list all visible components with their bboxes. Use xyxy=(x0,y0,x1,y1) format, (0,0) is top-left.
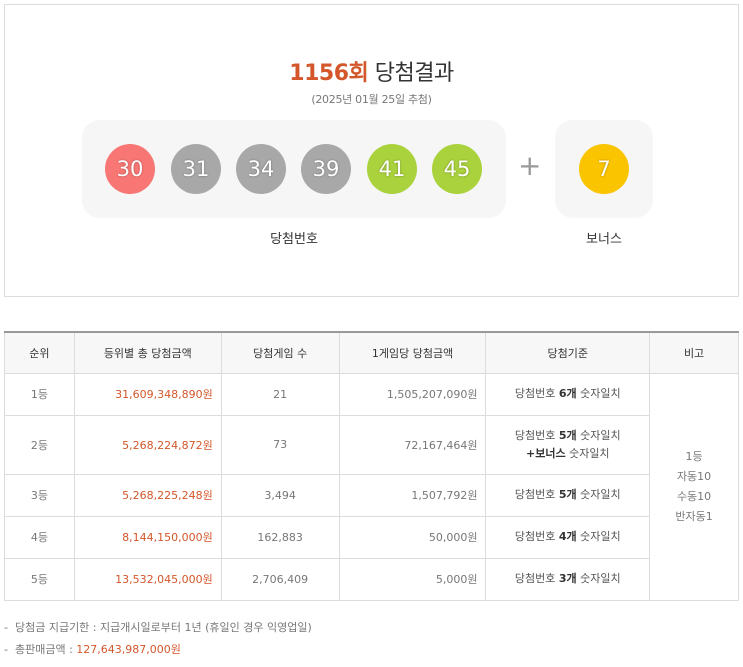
per-game-prize-cell: 50,000원 xyxy=(338,515,487,559)
winning-ball-4: 39 xyxy=(301,144,351,194)
total-prize-cell: 5,268,225,248원 xyxy=(73,473,222,517)
table-header-row: 순위 등위별 총 당첨금액 당첨게임 수 1게임당 당첨금액 당첨기준 비고 xyxy=(4,331,739,374)
result-title: 1156회 당첨결과 xyxy=(5,55,738,87)
rank-cell: 2등 xyxy=(4,414,75,475)
criteria-cell: 당첨번호 3개 숫자일치 xyxy=(485,557,651,601)
result-title-text: 당첨결과 xyxy=(374,61,454,86)
table-row: 2등 5,268,224,872원 73 72,167,464원 당첨번호 5개… xyxy=(4,414,739,475)
criteria-cell: 당첨번호 5개 숫자일치 xyxy=(485,473,651,517)
header-criteria: 당첨기준 xyxy=(485,331,651,374)
winning-ball-2: 31 xyxy=(171,144,221,194)
per-game-prize-cell: 1,507,792원 xyxy=(338,473,487,517)
prize-table: 순위 등위별 총 당첨금액 당첨게임 수 1게임당 당첨금액 당첨기준 비고 1… xyxy=(4,331,739,601)
criteria-cell: 당첨번호 4개 숫자일치 xyxy=(485,515,651,559)
per-game-prize-cell: 5,000원 xyxy=(338,557,487,601)
per-game-prize-cell: 72,167,464원 xyxy=(338,414,487,475)
round-number: 1156회 xyxy=(289,61,369,86)
winners-cell: 162,883 xyxy=(220,515,340,559)
total-prize-cell: 8,144,150,000원 xyxy=(73,515,222,559)
total-sales-note: - 총판매금액 : 127,643,987,000원 xyxy=(4,643,181,656)
winners-cell: 2,706,409 xyxy=(220,557,340,601)
rank-cell: 5등 xyxy=(4,557,75,601)
table-row: 3등 5,268,225,248원 3,494 1,507,792원 당첨번호 … xyxy=(4,473,739,517)
bonus-caption: 보너스 xyxy=(586,232,622,247)
winners-cell: 73 xyxy=(220,414,340,475)
note-cell: 1등 자동10 수동10 반자동1 xyxy=(649,372,739,601)
winning-ball-5: 41 xyxy=(367,144,417,194)
winners-cell: 3,494 xyxy=(220,473,340,517)
per-game-prize-cell: 1,505,207,090원 xyxy=(338,372,487,416)
draw-date: (2025년 01월 25일 추첨) xyxy=(311,93,432,106)
table-row: 5등 13,532,045,000원 2,706,409 5,000원 당첨번호… xyxy=(4,557,739,601)
winning-ball-3: 34 xyxy=(236,144,286,194)
bonus-number-box: 7 xyxy=(555,120,653,218)
winning-numbers-box: 30 31 34 39 41 45 xyxy=(82,120,506,218)
total-prize-cell: 5,268,224,872원 xyxy=(73,414,222,475)
payment-deadline-note: - 당첨금 지급기한 : 지급개시일로부터 1년 (휴일인 경우 익영업일) xyxy=(4,621,312,634)
header-total-prize: 등위별 총 당첨금액 xyxy=(73,331,222,374)
header-note: 비고 xyxy=(649,331,739,374)
rank-cell: 3등 xyxy=(4,473,75,517)
total-prize-cell: 13,532,045,000원 xyxy=(73,557,222,601)
bonus-ball: 7 xyxy=(579,144,629,194)
winners-cell: 21 xyxy=(220,372,340,416)
criteria-cell: 당첨번호 5개 숫자일치 +보너스 숫자일치 xyxy=(485,414,651,475)
rank-cell: 1등 xyxy=(4,372,75,416)
table-row: 4등 8,144,150,000원 162,883 50,000원 당첨번호 4… xyxy=(4,515,739,559)
winning-numbers-caption: 당첨번호 xyxy=(270,232,318,247)
criteria-cell: 당첨번호 6개 숫자일치 xyxy=(485,372,651,416)
plus-icon: + xyxy=(518,149,542,182)
winning-ball-6: 45 xyxy=(432,144,482,194)
header-per-game-prize: 1게임당 당첨금액 xyxy=(338,331,487,374)
footer-notes: - 당첨금 지급기한 : 지급개시일로부터 1년 (휴일인 경우 익영업일) -… xyxy=(4,620,312,664)
total-sales-value: 127,643,987,000원 xyxy=(76,643,181,656)
header-rank: 순위 xyxy=(4,331,75,374)
table-row: 1등 31,609,348,890원 21 1,505,207,090원 당첨번… xyxy=(4,372,739,601)
header-winners: 당첨게임 수 xyxy=(220,331,340,374)
winning-ball-1: 30 xyxy=(105,144,155,194)
total-prize-cell: 31,609,348,890원 xyxy=(73,372,222,416)
rank-cell: 4등 xyxy=(4,515,75,559)
